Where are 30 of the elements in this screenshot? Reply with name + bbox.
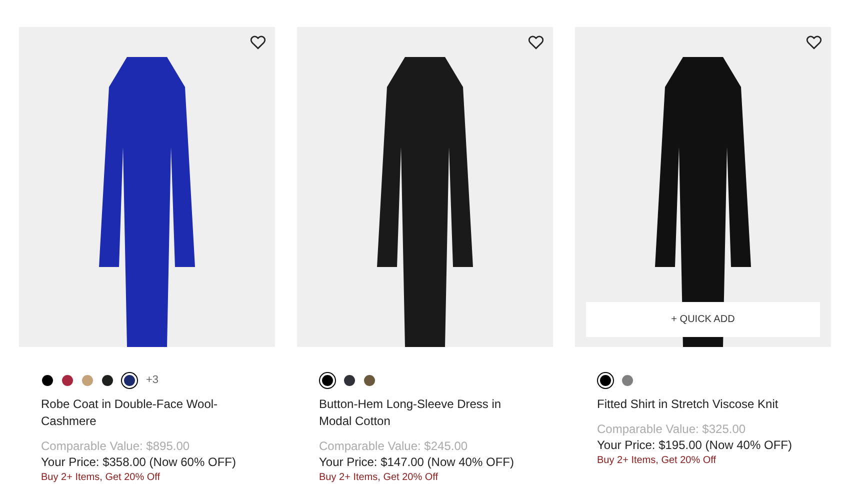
comparable-value: Comparable Value: $245.00 [319, 438, 469, 454]
comparable-value: Comparable Value: $325.00 [597, 421, 747, 437]
sale-price: Your Price: $147.00 (Now 40% OFF) [319, 454, 515, 470]
heart-icon[interactable] [527, 33, 545, 51]
color-swatch[interactable] [622, 374, 633, 386]
heart-icon[interactable] [249, 33, 267, 51]
product-photo[interactable] [297, 27, 553, 347]
product-name[interactable]: Fitted Shirt in Stretch Viscose Knit [597, 396, 797, 413]
promo-text: Buy 2+ Items, Get 20% Off [41, 471, 162, 485]
color-swatch[interactable] [102, 374, 113, 386]
color-swatch[interactable] [320, 372, 335, 388]
color-swatch[interactable] [122, 372, 137, 388]
product-photo[interactable]: + QUICK ADD [575, 27, 831, 347]
more-colors-count[interactable]: +3 [146, 372, 159, 388]
product-name[interactable]: Button-Hem Long-Sleeve Dress in Modal Cotton [319, 396, 519, 430]
quick-add-button[interactable]: + QUICK ADD [586, 302, 820, 337]
sale-price: Your Price: $195.00 (Now 40% OFF) [597, 437, 793, 453]
sale-price: Your Price: $358.00 (Now 60% OFF) [41, 454, 237, 470]
product-name[interactable]: Robe Coat in Double-Face Wool-Cashmere [41, 396, 241, 430]
product-photo[interactable] [19, 27, 275, 347]
comparable-value: Comparable Value: $895.00 [41, 438, 191, 454]
promo-text: Buy 2+ Items, Get 20% Off [597, 454, 718, 468]
promo-text: Buy 2+ Items, Get 20% Off [319, 471, 440, 485]
color-swatch[interactable] [344, 374, 355, 386]
color-swatch[interactable] [42, 374, 53, 386]
color-swatch[interactable] [62, 374, 73, 386]
color-swatch[interactable] [82, 374, 93, 386]
color-swatch[interactable] [364, 374, 375, 386]
heart-icon[interactable] [805, 33, 823, 51]
color-swatch[interactable] [598, 372, 613, 388]
